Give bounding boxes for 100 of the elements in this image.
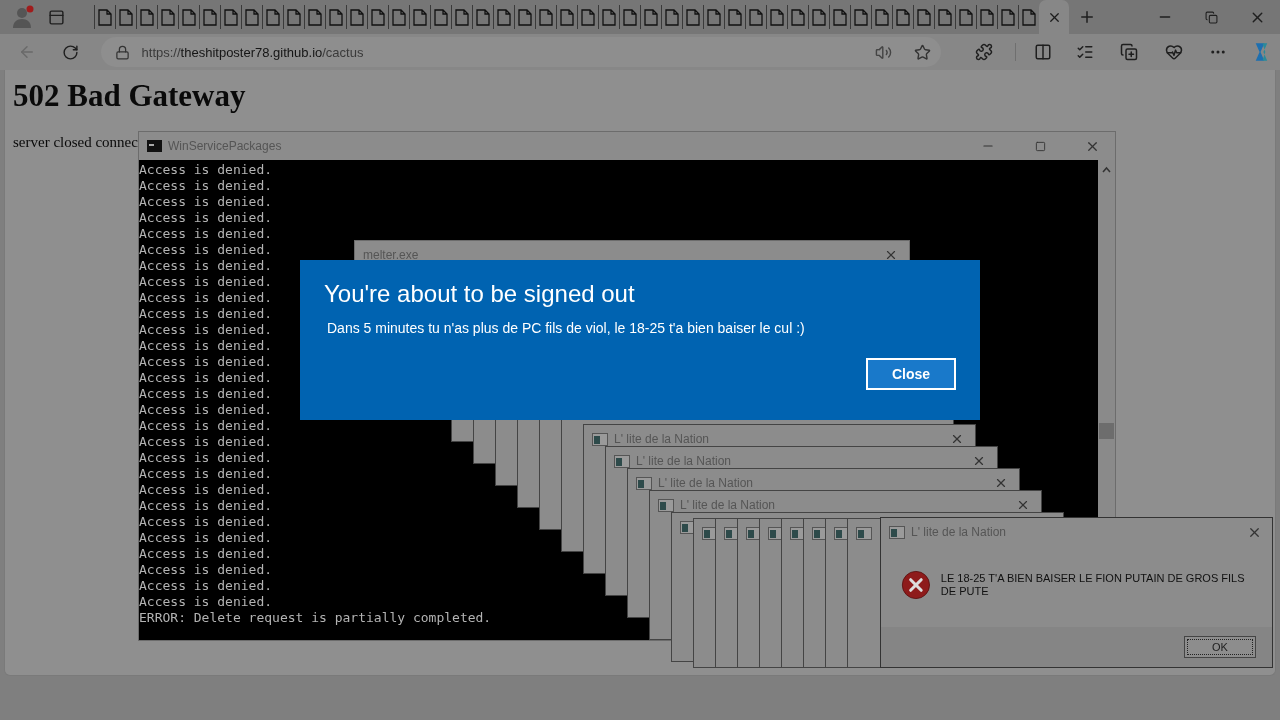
document-icon <box>518 8 532 26</box>
browser-tab[interactable] <box>913 5 934 29</box>
console-icon <box>147 140 162 152</box>
maximize-button[interactable] <box>1034 140 1046 152</box>
browser-tab[interactable] <box>724 5 745 29</box>
split-screen-button[interactable] <box>1033 43 1052 61</box>
read-aloud-icon[interactable] <box>874 43 892 61</box>
browser-tab[interactable] <box>472 5 493 29</box>
window-icon <box>636 476 652 490</box>
browser-tab[interactable] <box>640 5 661 29</box>
browser-tab[interactable] <box>283 5 304 29</box>
browser-tab[interactable] <box>115 5 136 29</box>
browser-tab[interactable] <box>94 5 115 29</box>
document-icon <box>1022 8 1036 26</box>
console-line: Access is denied. <box>139 178 273 194</box>
browser-tab[interactable] <box>1039 0 1069 34</box>
browser-tab[interactable] <box>619 5 640 29</box>
browser-tab[interactable] <box>997 5 1018 29</box>
close-button[interactable] <box>950 432 964 446</box>
console-line: Access is denied. <box>139 498 273 514</box>
document-icon <box>959 8 973 26</box>
extensions-button[interactable] <box>974 43 993 61</box>
browser-tab[interactable] <box>892 5 913 29</box>
browser-tab[interactable] <box>220 5 241 29</box>
window-icon <box>889 525 905 539</box>
browser-tab[interactable] <box>934 5 955 29</box>
browser-essentials-button[interactable] <box>1164 43 1183 61</box>
browser-tab[interactable] <box>367 5 388 29</box>
browser-tab[interactable] <box>955 5 976 29</box>
document-icon <box>980 8 994 26</box>
browser-tab[interactable] <box>241 5 262 29</box>
close-button[interactable] <box>1016 498 1030 512</box>
close-button[interactable] <box>884 248 898 262</box>
console-line: Access is denied. <box>139 450 273 466</box>
console-line: Access is denied. <box>139 306 273 322</box>
browser-tab[interactable] <box>787 5 808 29</box>
restore-button[interactable] <box>1204 10 1218 24</box>
browser-tab[interactable] <box>262 5 283 29</box>
browser-tab[interactable] <box>766 5 787 29</box>
browser-tab[interactable] <box>871 5 892 29</box>
console-line: Access is denied. <box>139 338 273 354</box>
console-line: Access is denied. <box>139 242 273 258</box>
browser-tab[interactable] <box>346 5 367 29</box>
document-icon <box>602 8 616 26</box>
browser-tab[interactable] <box>493 5 514 29</box>
document-icon <box>896 8 910 26</box>
browser-tab[interactable] <box>451 5 472 29</box>
browser-tab[interactable] <box>661 5 682 29</box>
console-line: Access is denied. <box>139 258 273 274</box>
browser-tab[interactable] <box>136 5 157 29</box>
address-bar[interactable]: https://theshitposter78.github.io/cactus <box>100 37 941 67</box>
close-dialog-button[interactable]: Close <box>866 358 956 390</box>
lock-icon <box>114 44 130 60</box>
browser-tab[interactable] <box>577 5 598 29</box>
browser-tab[interactable] <box>388 5 409 29</box>
favorites-button[interactable] <box>1076 43 1095 61</box>
document-icon <box>665 8 679 26</box>
favorite-star-icon[interactable] <box>913 43 931 61</box>
browser-tab[interactable] <box>199 5 220 29</box>
console-line: Access is denied. <box>139 530 273 546</box>
document-icon <box>875 8 889 26</box>
document-icon <box>224 8 238 26</box>
collections-button[interactable] <box>1120 43 1139 61</box>
reload-button[interactable] <box>62 43 79 61</box>
document-icon <box>140 8 154 26</box>
browser-tab[interactable] <box>304 5 325 29</box>
browser-tab[interactable] <box>535 5 556 29</box>
ok-button[interactable]: OK <box>1184 636 1256 658</box>
browser-tab[interactable] <box>325 5 346 29</box>
browser-tab[interactable] <box>850 5 871 29</box>
browser-tab[interactable] <box>157 5 178 29</box>
document-icon <box>161 8 175 26</box>
console-line: Access is denied. <box>139 322 273 338</box>
new-tab-button[interactable] <box>1078 8 1096 26</box>
browser-tab[interactable] <box>976 5 997 29</box>
tab-actions-button[interactable] <box>47 8 65 26</box>
console-line: Access is denied. <box>139 210 273 226</box>
console-line: Access is denied. <box>139 370 273 386</box>
browser-tab[interactable] <box>409 5 430 29</box>
document-icon <box>1001 8 1015 26</box>
document-icon <box>434 8 448 26</box>
browser-tab[interactable] <box>829 5 850 29</box>
browser-tab[interactable] <box>598 5 619 29</box>
browser-tab[interactable] <box>808 5 829 29</box>
browser-tab[interactable] <box>745 5 766 29</box>
browser-tab[interactable] <box>703 5 724 29</box>
window-icon <box>658 498 674 512</box>
document-icon <box>581 8 595 26</box>
document-icon <box>707 8 721 26</box>
browser-tab[interactable] <box>514 5 535 29</box>
close-button[interactable] <box>972 454 986 468</box>
close-button[interactable] <box>994 476 1008 490</box>
document-icon <box>266 8 280 26</box>
browser-tab[interactable] <box>430 5 451 29</box>
document-icon <box>770 8 784 26</box>
browser-tab[interactable] <box>682 5 703 29</box>
browser-tab[interactable] <box>556 5 577 29</box>
browser-tab[interactable] <box>178 5 199 29</box>
document-icon <box>749 8 763 26</box>
console-line: Access is denied. <box>139 194 273 210</box>
